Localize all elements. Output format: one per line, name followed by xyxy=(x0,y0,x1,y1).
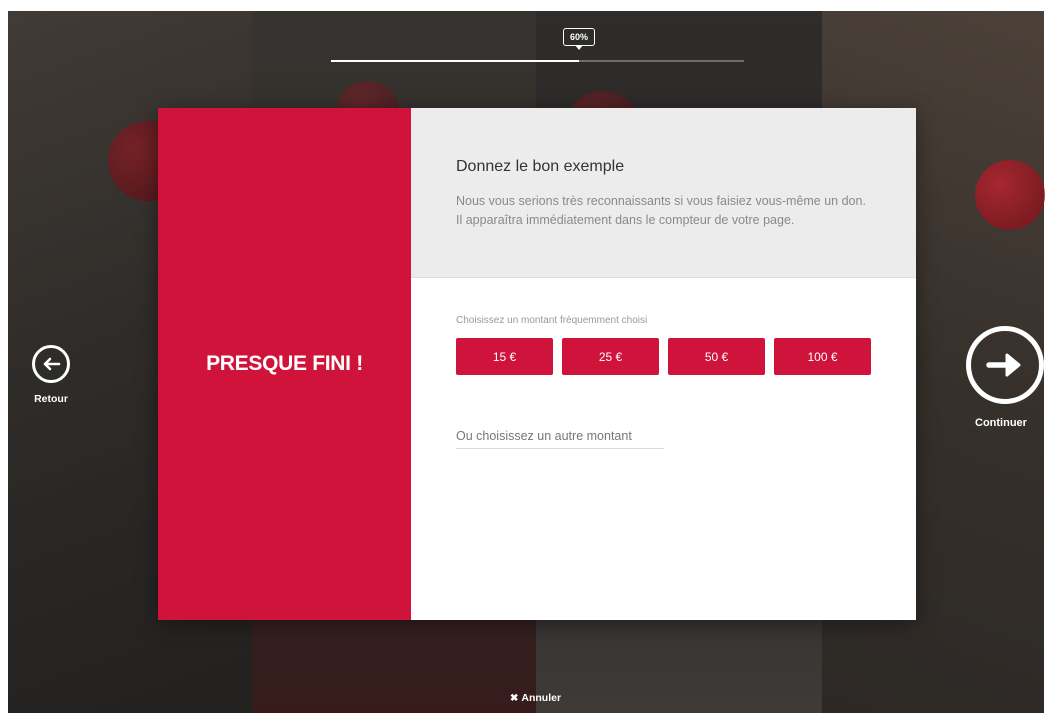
intro-description: Nous vous serions très reconnaissants si… xyxy=(456,194,866,227)
back-label: Retour xyxy=(34,393,68,405)
donation-modal: PRESQUE FINI ! Donnez le bon exemple Nou… xyxy=(158,108,916,620)
modal-side-panel: PRESQUE FINI ! xyxy=(158,108,411,620)
amount-label: Choisissez un montant fréquemment choisi xyxy=(456,315,648,326)
amount-button-15[interactable]: 15 € xyxy=(456,338,553,375)
progress-bar xyxy=(331,60,744,62)
arrow-left-circle-icon xyxy=(32,345,70,383)
modal-content: Donnez le bon exemple Nous vous serions … xyxy=(411,108,916,620)
continue-button[interactable]: Continuer xyxy=(966,326,1044,429)
cancel-button[interactable]: ✖ Annuler xyxy=(510,692,561,704)
amount-button-25[interactable]: 25 € xyxy=(562,338,659,375)
clown-nose-decoration xyxy=(975,160,1045,230)
custom-amount-input[interactable] xyxy=(456,424,664,449)
close-x-icon: ✖ xyxy=(510,692,519,704)
continue-label: Continuer xyxy=(975,417,1027,429)
amount-button-50[interactable]: 50 € xyxy=(668,338,765,375)
amount-button-100[interactable]: 100 € xyxy=(774,338,871,375)
arrow-right-circle-icon xyxy=(966,326,1044,404)
cancel-label: Annuler xyxy=(521,692,562,704)
intro-section: Donnez le bon exemple Nous vous serions … xyxy=(411,108,916,278)
progress-label: 60% xyxy=(563,28,595,50)
modal-heading: PRESQUE FINI ! xyxy=(206,352,363,375)
amount-button-group: 15 € 25 € 50 € 100 € xyxy=(456,338,871,375)
intro-title: Donnez le bon exemple xyxy=(456,158,625,175)
progress-bar-fill xyxy=(331,60,579,62)
back-button[interactable]: Retour xyxy=(28,345,74,405)
